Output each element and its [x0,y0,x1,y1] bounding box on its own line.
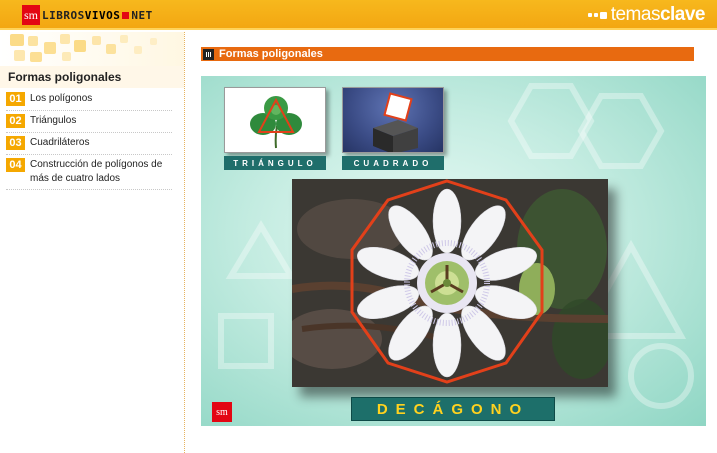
sidebar-decoration [0,32,184,68]
sidebar-item-construccion[interactable]: 04 Construcción de polígonos de más de c… [6,155,172,190]
square-caption: CUADRADO [342,156,444,170]
item-number: 01 [6,92,25,106]
brand-wordmark: LIBROS VIVOS NET [42,9,153,22]
librosvivos-logo[interactable]: sm LIBROS VIVOS NET [22,5,153,25]
brand-net: NET [131,8,153,22]
item-number: 02 [6,114,25,128]
item-label: Construcción de polígonos de más de cuat… [30,159,163,184]
sm-small-logo: sm [212,402,232,422]
item-label: Cuadriláteros [30,137,90,148]
item-number: 04 [6,158,25,172]
triangle-caption: TRIÁNGULO [224,156,326,170]
decagon-caption: DECÁGONO [351,397,555,421]
bullet-icon [203,48,214,60]
decagon-photo [292,179,608,387]
item-label: Los polígonos [30,93,93,104]
sidebar: Formas poligonales 01 Los polígonos 02 T… [0,32,184,453]
sidebar-title: Formas poligonales [8,70,122,84]
item-number: 03 [6,136,25,150]
passion-flower-image [292,179,608,387]
temasclave-logo[interactable]: temas clave [587,4,706,26]
top-header: sm LIBROS VIVOS NET temas clave [0,0,717,30]
triangle-thumbnail[interactable] [224,87,326,153]
item-label: Triángulos [30,115,77,126]
dots-icon [587,11,607,19]
sidebar-item-cuadrilateros[interactable]: 03 Cuadriláteros [6,133,172,155]
sidebar-divider [184,32,185,453]
section-title: Formas poligonales [219,48,323,60]
section-header: Formas poligonales [201,47,694,61]
sidebar-item-triangulos[interactable]: 02 Triángulos [6,111,172,133]
illustration-panel: TRIÁNGULO CUADRADO DECÁGONO sm [201,76,706,426]
brand-dot-icon [122,11,130,19]
sm-logo: sm [22,5,40,25]
brand-libros: LIBROS [42,8,85,22]
sidebar-item-los-poligonos[interactable]: 01 Los polígonos [6,89,172,111]
cube-image [373,92,418,152]
clover-image [250,96,302,149]
temas-word: temas [610,4,661,25]
sidebar-nav: 01 Los polígonos 02 Triángulos 03 Cuadri… [6,89,172,190]
square-thumbnail[interactable] [342,87,444,153]
clave-word: clave [659,4,706,25]
brand-vivos: VIVOS [84,8,121,22]
